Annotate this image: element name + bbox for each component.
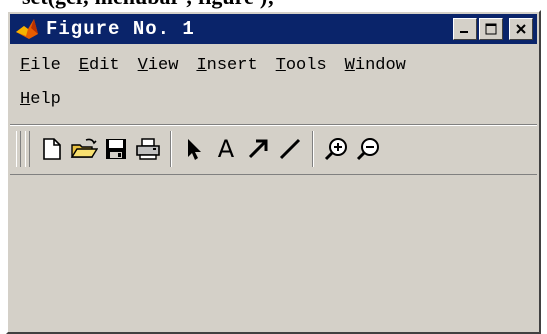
zoom-in-button[interactable] bbox=[320, 131, 352, 167]
code-snippet: set(gcf,'menubar','figure'); bbox=[22, 0, 275, 10]
print-icon bbox=[136, 138, 160, 160]
maximize-icon bbox=[485, 23, 497, 35]
toolbar-separator-2 bbox=[312, 131, 314, 167]
toolbar-separator bbox=[170, 131, 172, 167]
insert-arrow-icon bbox=[248, 139, 268, 159]
close-button[interactable] bbox=[509, 18, 533, 40]
insert-line-button[interactable] bbox=[274, 131, 306, 167]
maximize-button[interactable] bbox=[479, 18, 503, 40]
insert-text-button[interactable]: A bbox=[210, 131, 242, 167]
figure-toolbar: A bbox=[10, 124, 537, 173]
matlab-logo-icon bbox=[16, 19, 38, 39]
toolbar-grip-2[interactable] bbox=[25, 131, 30, 167]
minimize-button[interactable] bbox=[453, 18, 477, 40]
menu-bar: File Edit View Insert Tools Window Help bbox=[10, 48, 537, 120]
new-figure-button[interactable] bbox=[36, 131, 68, 167]
minimize-icon bbox=[460, 31, 468, 33]
figure-window: Figure No. 1 File Edit View Insert Tools… bbox=[6, 10, 541, 334]
menu-file[interactable]: File bbox=[20, 56, 61, 75]
zoom-out-button[interactable] bbox=[352, 131, 384, 167]
menu-insert[interactable]: Insert bbox=[196, 56, 257, 75]
window-title: Figure No. 1 bbox=[46, 18, 195, 40]
figure-canvas[interactable] bbox=[10, 174, 537, 330]
menu-tools[interactable]: Tools bbox=[276, 56, 327, 75]
close-icon bbox=[516, 24, 526, 34]
edit-plot-button[interactable] bbox=[178, 131, 210, 167]
toolbar-grip[interactable] bbox=[16, 131, 21, 167]
save-button[interactable] bbox=[100, 131, 132, 167]
zoom-out-icon bbox=[356, 138, 379, 161]
zoom-in-icon bbox=[324, 138, 347, 161]
new-file-icon bbox=[43, 138, 61, 160]
menu-help[interactable]: Help bbox=[20, 90, 61, 109]
title-bar[interactable]: Figure No. 1 bbox=[10, 14, 537, 44]
insert-arrow-button[interactable] bbox=[242, 131, 274, 167]
select-arrow-icon bbox=[188, 139, 201, 160]
menu-edit[interactable]: Edit bbox=[79, 56, 120, 75]
insert-line-icon bbox=[279, 138, 301, 160]
open-folder-icon bbox=[70, 138, 98, 158]
menu-view[interactable]: View bbox=[138, 56, 179, 75]
menu-window[interactable]: Window bbox=[345, 56, 406, 75]
insert-text-icon: A bbox=[217, 135, 235, 163]
save-disk-icon bbox=[106, 139, 126, 159]
open-file-button[interactable] bbox=[68, 131, 100, 167]
print-button[interactable] bbox=[132, 131, 164, 167]
